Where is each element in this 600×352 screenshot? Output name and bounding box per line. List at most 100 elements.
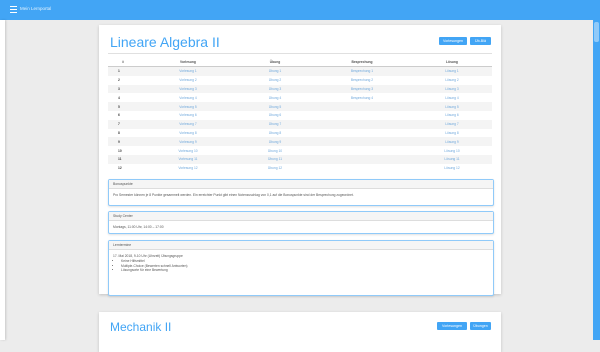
lecture-link[interactable]: Vorlesung 9 — [138, 137, 238, 147]
table-row: 4 Vorlesung 4 Übung 4 Besprechung 4 Lösung 4 — [108, 93, 492, 102]
row-number: 3 — [108, 84, 138, 94]
discussion-link[interactable]: Besprechung 2 — [312, 76, 412, 85]
row-number: 11 — [108, 154, 138, 164]
discussion-link[interactable]: Besprechung 4 — [312, 93, 412, 102]
exercise-link[interactable]: Übung 9 — [238, 137, 312, 147]
table-row: 2 Vorlesung 2 Übung 2 Besprechung 2 Lösung 2 — [108, 76, 492, 85]
row-number: 10 — [118, 148, 122, 153]
table-row: 6 Vorlesung 6 Übung 6 Lösung 6 — [108, 111, 492, 120]
exercises-button[interactable]: Übungen — [470, 322, 491, 330]
discussion-link — [312, 102, 412, 111]
lecture-link[interactable]: Vorlesung 2 — [138, 76, 238, 85]
row-number: 4 — [118, 95, 120, 100]
panel-text: 17. Mai 2018, 9-10 Uhr (Uhrzeit) Übungsg… — [113, 254, 183, 258]
learning-dates-panel: Lerntermine 17. Mai 2018, 9-10 Uhr (Uhrz… — [108, 240, 494, 296]
table-row: 9 Vorlesung 9 Übung 9 Lösung 9 — [108, 137, 492, 147]
top-app-bar: Mein Lernportal — [0, 0, 600, 20]
exercise-link[interactable]: Übung 1 — [238, 66, 312, 76]
solution-link[interactable]: Lösung 9 — [412, 137, 492, 147]
discussion-link[interactable]: Besprechung 1 — [312, 66, 412, 76]
row-number: 9 — [108, 137, 138, 147]
table-row: 5 Vorlesung 5 Übung 5 Lösung 5 — [108, 102, 492, 111]
exercise-link[interactable]: Übung 5 — [238, 102, 312, 111]
solution-link[interactable]: Lösung 8 — [412, 129, 492, 138]
course-title: Mechanik II — [110, 320, 172, 334]
list-item: Lösungsorte für eine Bewertung — [121, 268, 489, 273]
lecture-link[interactable]: Vorlesung 11 — [138, 154, 238, 164]
panel-text: Pro Semester können je 8 Punkte gesammel… — [113, 193, 354, 197]
solution-link[interactable]: Lösung 11 — [412, 154, 492, 164]
table-row: 1 Vorlesung 1 Übung 1 Besprechung 1 Lösung 1 — [108, 66, 492, 76]
solution-link[interactable]: Lösung 4 — [412, 93, 492, 102]
lecture-link[interactable]: Vorlesung 3 — [138, 84, 238, 94]
exercise-link[interactable]: Übung 10 — [238, 146, 312, 155]
table-header-row: # Vorlesung Übung Besprechung Lösung — [108, 57, 492, 67]
column-header: Besprechung — [312, 57, 412, 67]
row-number: 1 — [108, 66, 138, 76]
lectures-button[interactable]: Vorlesungen — [439, 37, 467, 45]
hamburger-menu-icon[interactable] — [10, 6, 17, 13]
lecture-link[interactable]: Vorlesung 1 — [138, 66, 238, 76]
exercise-link[interactable]: Übung 3 — [238, 84, 312, 94]
panel-title: Study Center — [109, 212, 493, 221]
lecture-link[interactable]: Vorlesung 5 — [138, 102, 238, 111]
discussion-link — [312, 137, 412, 147]
panel-title: Lerntermine — [109, 241, 493, 250]
exercise-link[interactable]: Übung 12 — [238, 164, 312, 173]
exercise-link[interactable]: Übung 6 — [238, 111, 312, 120]
row-number: 8 — [118, 130, 120, 135]
column-header: Übung — [238, 57, 312, 67]
row-number: 12 — [118, 166, 122, 171]
row-number: 6 — [118, 113, 120, 118]
discussion-link — [312, 111, 412, 120]
course-card-lineare-algebra: Lineare Algebra II Vorlesungen Üb-Blä # … — [99, 25, 501, 296]
table-row: 7 Vorlesung 7 Übung 7 Lösung 7 — [108, 119, 492, 129]
panel-text: Montags, 11:00 Uhr, 14:00 – 17:00 — [113, 225, 164, 229]
study-center-panel: Study Center Montags, 11:00 Uhr, 14:00 –… — [108, 211, 494, 234]
lecture-link[interactable]: Vorlesung 10 — [138, 146, 238, 155]
table-row: 10 Vorlesung 10 Übung 10 Lösung 10 — [108, 146, 492, 155]
exercise-link[interactable]: Übung 2 — [238, 76, 312, 85]
course-schedule-table: # Vorlesung Übung Besprechung Lösung 1 Vo… — [108, 57, 492, 173]
course-card-mechanik: Mechanik II Vorlesungen Übungen — [99, 312, 501, 352]
exercise-link[interactable]: Übung 8 — [238, 129, 312, 138]
exercise-link[interactable]: Übung 4 — [238, 93, 312, 102]
solution-link[interactable]: Lösung 7 — [412, 119, 492, 129]
discussion-link — [312, 146, 412, 155]
table-row: 3 Vorlesung 3 Übung 3 Besprechung 3 Lösung 3 — [108, 84, 492, 94]
solution-link[interactable]: Lösung 10 — [412, 146, 492, 155]
solution-link[interactable]: Lösung 1 — [412, 66, 492, 76]
solution-link[interactable]: Lösung 6 — [412, 111, 492, 120]
discussion-link — [312, 129, 412, 138]
row-number: 2 — [118, 78, 120, 83]
lecture-link[interactable]: Vorlesung 12 — [138, 164, 238, 173]
discussion-link[interactable]: Besprechung 3 — [312, 84, 412, 94]
solution-link[interactable]: Lösung 3 — [412, 84, 492, 94]
scrollbar-thumb[interactable] — [594, 22, 599, 42]
solution-link[interactable]: Lösung 2 — [412, 76, 492, 85]
bonus-points-panel: Bonuspunkte Pro Semester können je 8 Pun… — [108, 179, 494, 206]
column-header: Lösung — [412, 57, 492, 67]
table-row: 11 Vorlesung 11 Übung 11 Lösung 11 — [108, 154, 492, 164]
divider — [108, 53, 492, 54]
exercise-link[interactable]: Übung 7 — [238, 119, 312, 129]
app-title: Mein Lernportal — [20, 6, 52, 11]
table-row: 8 Vorlesung 8 Übung 8 Lösung 8 — [108, 129, 492, 138]
column-header: Vorlesung — [138, 57, 238, 67]
lecture-link[interactable]: Vorlesung 8 — [138, 129, 238, 138]
table-row: 12 Vorlesung 12 Übung 12 Lösung 12 — [108, 164, 492, 173]
exercise-sheets-button[interactable]: Üb-Blä — [470, 37, 491, 45]
scrollbar[interactable] — [593, 20, 600, 340]
course-title: Lineare Algebra II — [110, 34, 220, 50]
lectures-button[interactable]: Vorlesungen — [437, 322, 467, 330]
lecture-link[interactable]: Vorlesung 6 — [138, 111, 238, 120]
solution-link[interactable]: Lösung 5 — [412, 102, 492, 111]
panel-title: Bonuspunkte — [109, 180, 493, 189]
lecture-link[interactable]: Vorlesung 4 — [138, 93, 238, 102]
sidebar — [0, 20, 5, 340]
discussion-link — [312, 154, 412, 164]
exercise-link[interactable]: Übung 11 — [238, 154, 312, 164]
lecture-link[interactable]: Vorlesung 7 — [138, 119, 238, 129]
solution-link[interactable]: Lösung 12 — [412, 164, 492, 173]
discussion-link — [312, 119, 412, 129]
